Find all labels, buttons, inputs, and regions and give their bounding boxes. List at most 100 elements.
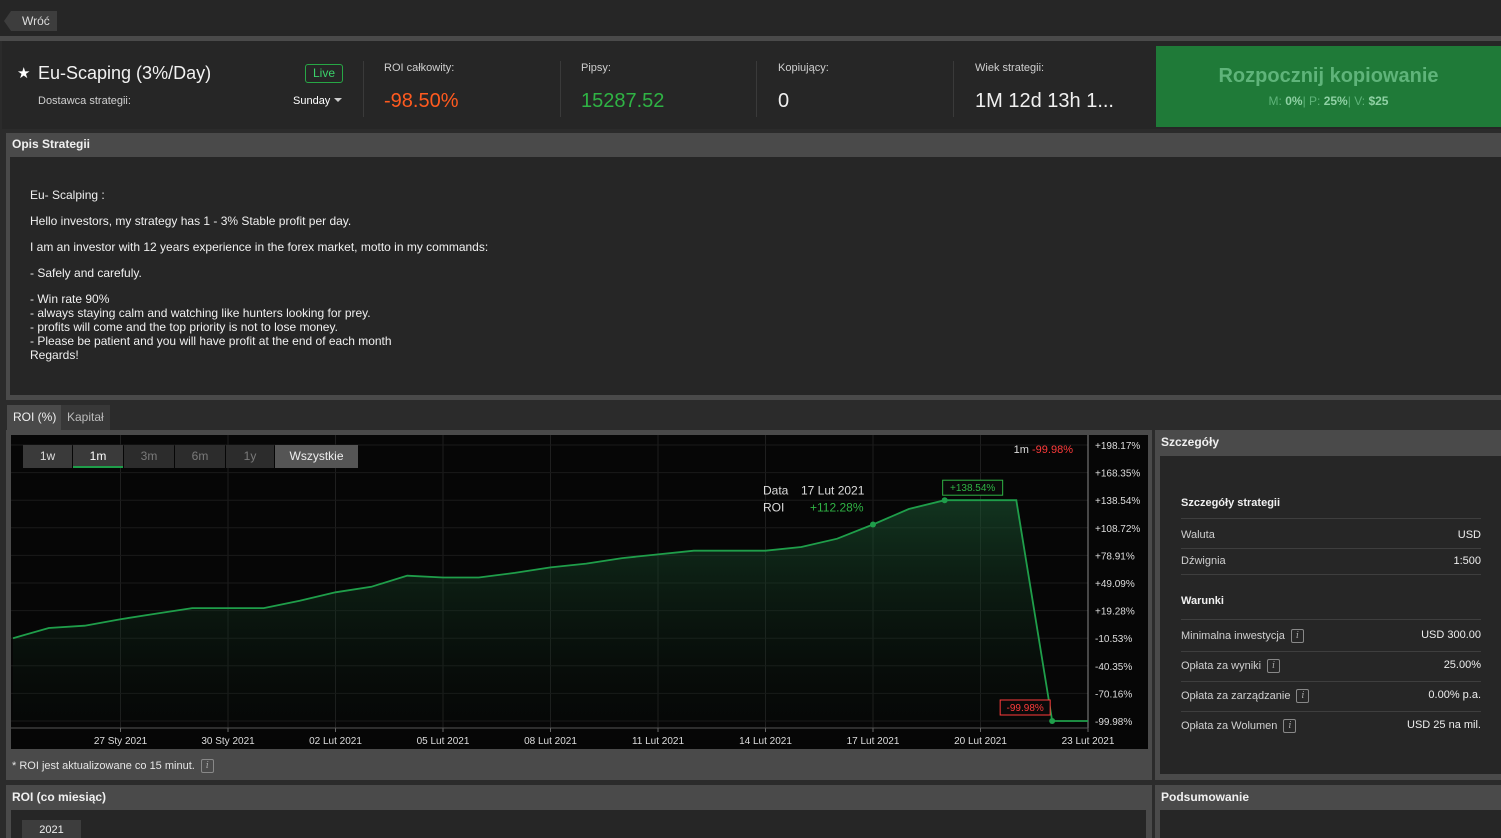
description-paragraph: I am an investor with 12 years experienc… [30,240,489,254]
details-row: Dźwignia 1:500 [1181,555,1481,567]
divider [1181,681,1481,682]
stat-pips-value: 15287.52 [581,90,665,112]
description-paragraph: - Win rate 90% - always staying calm and … [30,292,392,362]
tab-capital[interactable]: Kapitał [61,405,110,430]
details-row-label: Minimalna inwestycja [1181,629,1285,642]
start-copying-label: Rozpocznij kopiowanie [1218,65,1439,87]
range-button-1m[interactable]: 1m [73,445,123,468]
details-row-value: 0.00% p.a. [1428,689,1481,701]
stat-copiers-value: 0 [778,90,790,112]
tooltip-roi-value: +112.28% [810,501,864,515]
stat-age-label: Wiek strategii: [975,62,1045,74]
details-row: Opłata za Wolumen i USD 25 na mil. [1181,719,1481,733]
stat-copiers-label: Kopiujący: [778,62,829,74]
y-tick-label: +78.91% [1095,551,1135,562]
provider-label: Dostawca strategii: [38,95,131,107]
range-button-all[interactable]: Wszystkie [275,445,358,468]
details-row-value: USD [1457,529,1481,541]
y-tick-label: +108.72% [1095,524,1140,535]
stat-pips-label: Pipsy: [581,62,611,74]
range-button-1y[interactable]: 1y [226,445,274,468]
info-icon[interactable]: i [1290,629,1304,643]
details-row: Opłata za wyniki i 25.00% [1181,659,1481,673]
y-tick-label: +198.17% [1095,441,1140,452]
details-row-value: USD 300.00 [1421,629,1481,641]
info-icon[interactable]: i [1267,659,1281,673]
info-icon[interactable]: i [1296,689,1310,703]
tooltip-date-label: Data [763,484,789,498]
y-tick-label: -10.53% [1095,634,1132,645]
start-copying-button[interactable]: Rozpocznij kopiowanie M: 0%| P: 25%| V: … [1156,46,1501,127]
info-icon[interactable]: i [200,759,214,773]
details-row-value: USD 25 na mil. [1407,719,1481,731]
tooltip-roi-label: ROI [763,501,784,515]
details-row-value: 25.00% [1443,659,1481,671]
divider [1181,651,1481,652]
provider-dropdown[interactable]: Sunday [293,95,343,107]
top-bar [0,0,1501,36]
range-button-6m[interactable]: 6m [175,445,225,468]
divider [1181,711,1481,712]
terms-title: Warunki [1181,595,1224,607]
y-tick-label: +49.09% [1095,579,1135,590]
divider [953,61,954,117]
stat-roi-value: -98.50% [384,90,459,112]
description-paragraph: Hello investors, my strategy has 1 - 3% … [30,214,352,228]
monthly-roi-body [11,810,1146,838]
stat-roi-label: ROI całkowity: [384,62,455,74]
y-tick-label: -99.98% [1095,717,1132,728]
description-heading: Opis Strategii [7,133,1501,155]
tab-bar [0,400,1501,430]
divider [363,61,364,117]
details-row-label: Opłata za zarządzanie [1181,689,1291,702]
x-tick-label: 23 Lut 2021 [1062,736,1115,747]
details-row-label: Opłata za wyniki [1181,659,1262,672]
y-tick-label: +168.35% [1095,469,1140,480]
x-tick-label: 27 Sty 2021 [94,736,148,747]
range-button-3m[interactable]: 3m [124,445,174,468]
description-paragraph: Eu- Scalping : [30,188,105,202]
max-label: +138.54% [950,483,995,494]
divider [1181,548,1481,549]
y-tick-label: +138.54% [1095,496,1140,507]
details-heading: Szczegóły [1156,431,1501,453]
x-tick-label: 11 Lut 2021 [632,736,685,747]
data-point [941,497,948,504]
x-tick-label: 14 Lut 2021 [739,736,792,747]
x-tick-label: 30 Sty 2021 [201,736,255,747]
y-tick-label: -40.35% [1095,662,1132,673]
strategy-title: Eu-Scaping (3%/Day) [38,63,212,83]
tab-roi[interactable]: ROI (%) [7,405,63,430]
description-text: Eu- Scalping : Hello investors, my strate… [30,188,488,374]
chevron-down-icon [334,98,343,102]
y-tick-label: +19.28% [1095,607,1135,618]
divider [1181,619,1481,620]
roi-chart: 27 Sty 2021 30 Sty 2021 02 Lut 2021 05 Lut … [11,435,1148,749]
details-row-value: 1:500 [1453,555,1481,567]
divider [1181,518,1481,519]
tooltip-date-value: 17 Lut 2021 [801,484,865,498]
x-tick-label: 08 Lut 2021 [524,736,577,747]
x-tick-label: 20 Lut 2021 [954,736,1007,747]
provider-name: Sunday [293,95,331,107]
data-point [1049,718,1056,724]
range-button-1w[interactable]: 1w [23,445,72,468]
back-button[interactable]: Wróć [4,11,57,31]
star-icon[interactable]: ★ [17,64,30,82]
divider [560,61,561,117]
details-row: Opłata za zarządzanie i 0.00% p.a. [1181,689,1481,703]
divider [1181,574,1481,575]
x-tick-label: 17 Lut 2021 [847,736,900,747]
details-row-label: Waluta [1181,529,1215,541]
summary-heading: Podsumowanie [1156,786,1501,808]
strategy-details-title: Szczegóły strategii [1181,497,1281,509]
monthly-roi-heading: ROI (co miesiąc) [7,786,1152,808]
data-point [870,521,876,528]
details-row-label: Dźwignia [1181,555,1226,567]
info-icon[interactable]: i [1283,719,1297,733]
status-badge: Live [305,64,343,83]
year-tab-2021[interactable]: 2021 [22,820,81,838]
description-paragraph: - Safely and carefuly. [30,266,142,280]
min-label: -99.98% [1007,703,1044,714]
copy-terms: M: 0%| P: 25%| V: $25 [1268,94,1389,108]
